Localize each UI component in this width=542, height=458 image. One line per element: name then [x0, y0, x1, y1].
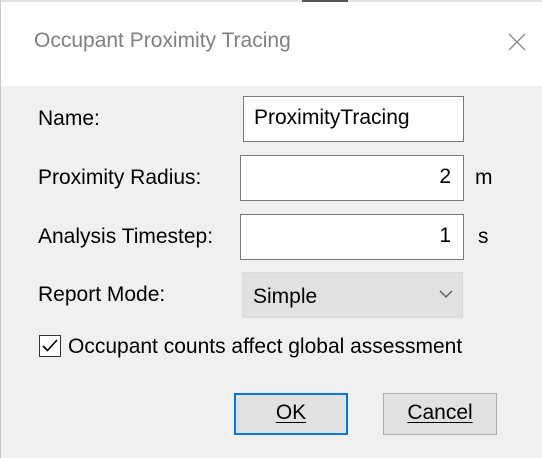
cancel-button[interactable]: Cancel — [383, 393, 497, 435]
analysis-timestep-value: 1 — [439, 224, 451, 247]
top-border-accent — [302, 0, 348, 2]
title-bar: Occupant Proximity Tracing — [1, 0, 542, 86]
global-assessment-label[interactable]: Occupant counts affect global assessment — [68, 335, 462, 359]
analysis-timestep-unit: s — [478, 225, 489, 248]
report-mode-value: Simple — [253, 285, 318, 308]
report-mode-select[interactable]: Simple — [242, 272, 463, 318]
ok-button[interactable]: OK — [234, 393, 348, 435]
top-border — [1, 0, 542, 2]
checkmark-icon — [42, 339, 58, 352]
proximity-radius-input[interactable]: 2 — [240, 155, 464, 201]
proximity-radius-unit: m — [475, 166, 493, 189]
name-value: ProximityTracing — [254, 106, 410, 129]
cancel-button-label: Cancel — [407, 401, 473, 424]
analysis-timestep-label: Analysis Timestep: — [38, 225, 214, 248]
analysis-timestep-input[interactable]: 1 — [240, 214, 464, 260]
name-label: Name: — [38, 107, 100, 130]
global-assessment-checkbox[interactable] — [39, 335, 61, 357]
close-icon — [508, 33, 526, 51]
proximity-radius-label: Proximity Radius: — [38, 166, 202, 189]
report-mode-label: Report Mode: — [38, 283, 166, 306]
name-input[interactable]: ProximityTracing — [243, 96, 464, 142]
window-title: Occupant Proximity Tracing — [34, 29, 291, 52]
close-button[interactable] — [497, 20, 537, 64]
proximity-radius-value: 2 — [439, 165, 451, 188]
dialog-window: Occupant Proximity Tracing Name: Proximi… — [0, 0, 542, 458]
ok-button-label: OK — [275, 401, 307, 424]
chevron-down-icon — [439, 290, 453, 298]
